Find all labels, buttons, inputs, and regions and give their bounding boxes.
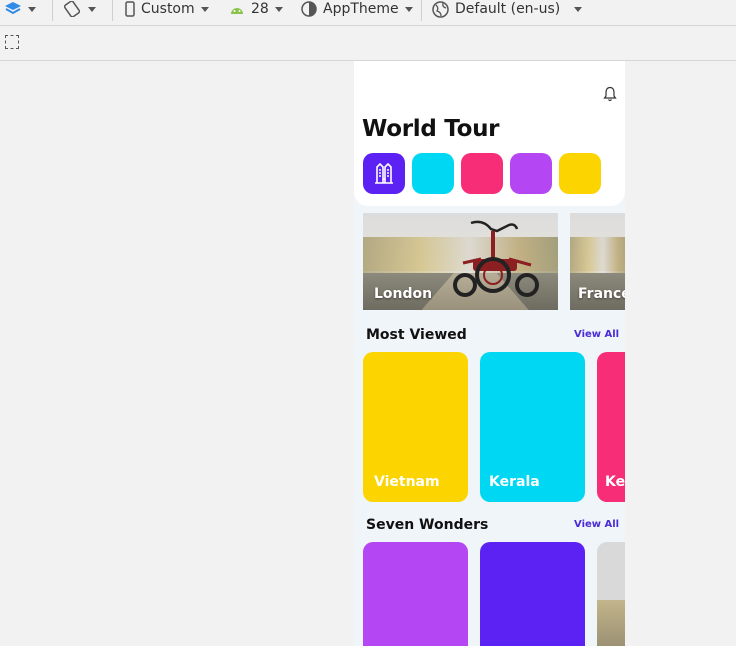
place-label: France bbox=[578, 286, 625, 302]
section-title-most-viewed: Most Viewed bbox=[366, 327, 467, 343]
destination-card[interactable]: Kerala bbox=[480, 352, 585, 502]
tricycle-photo bbox=[453, 220, 539, 297]
category-button-5[interactable] bbox=[559, 153, 601, 194]
notification-bell-icon[interactable] bbox=[603, 86, 617, 102]
category-button-2[interactable] bbox=[412, 153, 454, 194]
destination-card[interactable]: Vietnam bbox=[363, 352, 468, 502]
rotate-device-icon bbox=[63, 1, 81, 17]
device-preview: World Tour London Franc Most Viewed View… bbox=[354, 61, 625, 646]
theme-dropdown[interactable]: AppTheme bbox=[301, 0, 413, 18]
locale-dropdown[interactable]: Default (en-us) bbox=[432, 0, 583, 18]
editor-subtoolbar bbox=[0, 26, 736, 61]
wonder-card[interactable] bbox=[597, 542, 625, 646]
category-button-landmarks[interactable] bbox=[363, 153, 405, 194]
category-button-3[interactable] bbox=[461, 153, 503, 194]
place-card-london[interactable]: London bbox=[363, 213, 558, 310]
app-header: World Tour bbox=[354, 61, 625, 206]
theme-label: AppTheme bbox=[323, 1, 399, 17]
chevron-down-icon bbox=[88, 6, 96, 12]
chevron-down-icon bbox=[404, 6, 413, 12]
locale-label: Default (en-us) bbox=[455, 1, 561, 17]
api-level-label: 28 bbox=[251, 1, 269, 17]
api-level-dropdown[interactable]: 28 bbox=[229, 0, 283, 18]
card-label: Kerala bbox=[605, 474, 625, 490]
device-dropdown[interactable]: Custom bbox=[125, 0, 209, 18]
orientation-dropdown[interactable] bbox=[62, 0, 96, 18]
chevron-down-icon bbox=[200, 6, 209, 12]
theme-icon bbox=[301, 1, 317, 17]
phone-icon bbox=[125, 1, 135, 17]
chevron-down-icon bbox=[28, 6, 36, 12]
chevron-down-icon bbox=[274, 6, 283, 12]
zoom-to-fit-icon[interactable] bbox=[5, 35, 19, 49]
view-all-most-viewed-link[interactable]: View All bbox=[574, 329, 619, 340]
app-title: World Tour bbox=[362, 116, 500, 142]
category-button-4[interactable] bbox=[510, 153, 552, 194]
toolbar-divider bbox=[52, 0, 53, 21]
globe-icon bbox=[432, 0, 449, 18]
android-icon bbox=[231, 8, 243, 14]
toolbar-divider bbox=[112, 0, 113, 21]
wonder-card[interactable] bbox=[363, 542, 468, 646]
view-all-seven-wonders-link[interactable]: View All bbox=[574, 519, 619, 530]
place-label: London bbox=[374, 286, 433, 302]
layers-icon bbox=[5, 2, 21, 15]
card-label: Vietnam bbox=[374, 474, 440, 490]
destination-card[interactable]: Kerala bbox=[597, 352, 625, 502]
design-surface-dropdown[interactable] bbox=[4, 0, 36, 18]
layout-editor-toolbar: Custom 28 AppTheme Default (en-us) bbox=[0, 0, 736, 26]
chevron-down-icon bbox=[574, 6, 583, 12]
section-title-seven-wonders: Seven Wonders bbox=[366, 517, 489, 533]
wonder-card[interactable] bbox=[480, 542, 585, 646]
building-icon bbox=[375, 162, 393, 184]
place-card-france[interactable]: France bbox=[570, 213, 625, 310]
device-label: Custom bbox=[141, 1, 195, 17]
toolbar-divider bbox=[421, 0, 422, 21]
card-label: Kerala bbox=[489, 474, 540, 490]
